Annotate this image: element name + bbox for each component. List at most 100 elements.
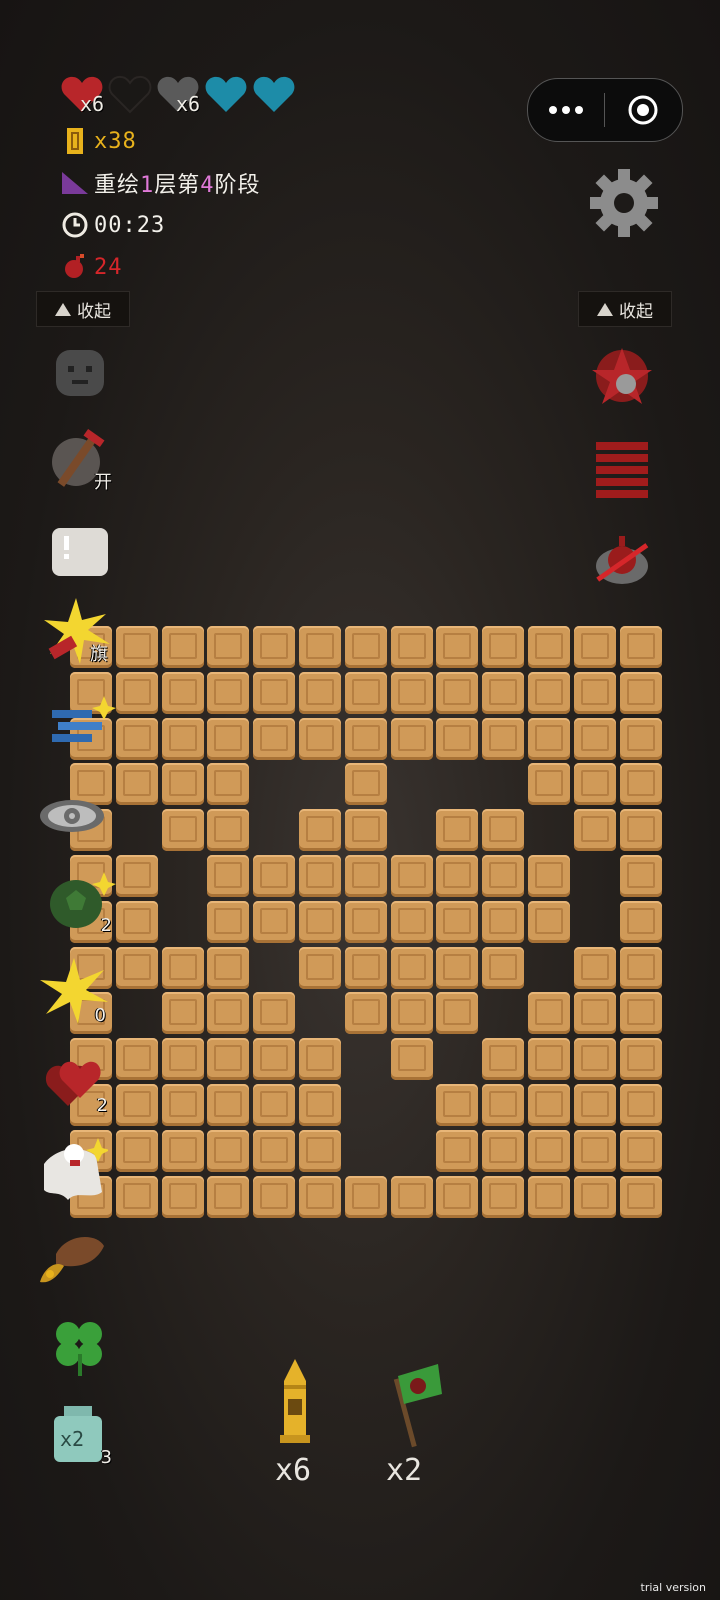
board-cell[interactable] <box>528 900 570 943</box>
board-cell[interactable] <box>619 763 662 806</box>
board-cell[interactable] <box>482 946 525 989</box>
board-cell[interactable] <box>573 992 616 1035</box>
board-cell[interactable] <box>161 946 204 989</box>
board-cell[interactable] <box>344 626 387 668</box>
board-cell[interactable] <box>344 855 387 897</box>
board-cell[interactable] <box>344 671 387 714</box>
board-cell[interactable] <box>207 946 250 989</box>
board-cell[interactable] <box>573 763 616 806</box>
board-cell[interactable] <box>207 763 250 806</box>
board-cell[interactable] <box>161 626 204 668</box>
board-cell[interactable] <box>115 946 158 989</box>
board-cell[interactable] <box>299 1129 341 1172</box>
board-cell[interactable] <box>253 855 296 897</box>
board-cell[interactable] <box>344 946 387 989</box>
board-cell[interactable] <box>299 1038 341 1081</box>
board-cell[interactable] <box>436 626 479 668</box>
board-cell[interactable] <box>619 992 662 1035</box>
board-cell[interactable] <box>161 1129 204 1172</box>
board-cell[interactable] <box>161 717 204 760</box>
board-cell[interactable] <box>619 1175 662 1218</box>
board-cell[interactable] <box>573 626 616 668</box>
board-cell[interactable] <box>207 626 250 668</box>
board-cell[interactable] <box>436 1129 479 1172</box>
board-cell[interactable] <box>482 809 525 852</box>
board-cell[interactable] <box>482 626 525 668</box>
board-cell[interactable] <box>528 671 570 714</box>
board-cell[interactable] <box>299 717 341 760</box>
more-menu-button[interactable] <box>528 106 604 114</box>
board-cell[interactable] <box>299 855 341 897</box>
explosion-flag-item-button[interactable]: 旗 <box>40 596 112 668</box>
board-cell[interactable] <box>436 1084 479 1126</box>
board-cell[interactable] <box>344 1175 387 1218</box>
board-cell[interactable] <box>619 809 662 852</box>
board-cell[interactable] <box>207 717 250 760</box>
board-cell[interactable] <box>390 946 433 989</box>
bullet-tool-button[interactable] <box>268 1355 322 1447</box>
red-flower-item-button[interactable] <box>586 340 658 412</box>
board-cell[interactable] <box>344 992 387 1035</box>
board-cell[interactable] <box>115 763 158 806</box>
board-cell[interactable] <box>161 992 204 1035</box>
board-cell[interactable] <box>482 717 525 760</box>
board-cell[interactable] <box>299 900 341 943</box>
board-cell[interactable] <box>619 900 662 943</box>
board-cell[interactable] <box>528 855 570 897</box>
turtle-shell-item-button[interactable]: 2 <box>44 866 116 938</box>
board-cell[interactable] <box>482 900 525 943</box>
board-cell[interactable] <box>115 1129 158 1172</box>
pickaxe-shield-item-button[interactable]: 开 <box>44 424 116 496</box>
blue-wind-item-button[interactable] <box>44 690 116 762</box>
board-cell[interactable] <box>528 1129 570 1172</box>
board-cell[interactable] <box>528 1038 570 1081</box>
board-cell[interactable] <box>573 1084 616 1126</box>
board-cell[interactable] <box>390 992 433 1035</box>
board-cell[interactable] <box>115 1084 158 1126</box>
board-cell[interactable] <box>115 855 158 897</box>
board-cell[interactable] <box>253 900 296 943</box>
board-cell[interactable] <box>436 809 479 852</box>
board-cell[interactable] <box>115 626 158 668</box>
board-cell[interactable] <box>253 1175 296 1218</box>
board-cell[interactable] <box>207 1175 250 1218</box>
board-cell[interactable] <box>482 1175 525 1218</box>
board-cell[interactable] <box>573 1038 616 1081</box>
board-cell[interactable] <box>161 1038 204 1081</box>
board-cell[interactable] <box>207 992 250 1035</box>
board-cell[interactable] <box>619 717 662 760</box>
right-collapse-button[interactable]: 收起 <box>578 291 672 327</box>
board-cell[interactable] <box>207 1129 250 1172</box>
flag-tool-button[interactable] <box>378 1360 448 1450</box>
board-cell[interactable] <box>619 855 662 897</box>
board-cell[interactable] <box>528 992 570 1035</box>
board-cell[interactable] <box>161 671 204 714</box>
double-heart-item-button[interactable]: 2 <box>40 1046 112 1118</box>
board-cell[interactable] <box>207 1084 250 1126</box>
board-cell[interactable] <box>436 717 479 760</box>
board-cell[interactable] <box>299 626 341 668</box>
board-cell[interactable] <box>528 717 570 760</box>
board-cell[interactable] <box>436 1175 479 1218</box>
board-cell[interactable] <box>482 1129 525 1172</box>
board-cell[interactable] <box>207 671 250 714</box>
board-cell[interactable] <box>253 626 296 668</box>
board-cell[interactable] <box>436 855 479 897</box>
board-cell[interactable] <box>161 809 204 852</box>
board-cell[interactable] <box>482 1084 525 1126</box>
board-cell[interactable] <box>299 809 341 852</box>
board-cell[interactable] <box>207 900 250 943</box>
board-cell[interactable] <box>161 1084 204 1126</box>
board-cell[interactable] <box>436 671 479 714</box>
spark-burst-item-button[interactable]: 0 <box>38 956 110 1028</box>
board-cell[interactable] <box>390 1038 433 1081</box>
board-cell[interactable] <box>344 809 387 852</box>
board-cell[interactable] <box>299 1175 341 1218</box>
blank-card-item-button[interactable] <box>44 516 116 588</box>
board-cell[interactable] <box>482 855 525 897</box>
board-cell[interactable] <box>482 671 525 714</box>
board-cell[interactable] <box>573 717 616 760</box>
board-cell[interactable] <box>619 671 662 714</box>
board-cell[interactable] <box>253 671 296 714</box>
board-cell[interactable] <box>436 992 479 1035</box>
